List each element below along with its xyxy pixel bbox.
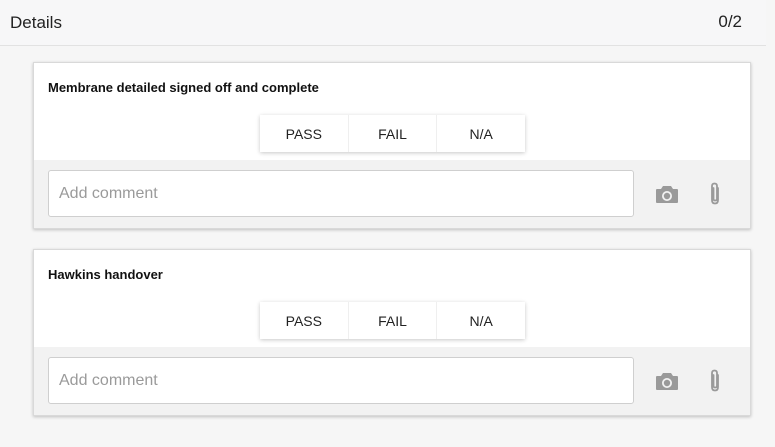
fail-button[interactable]: FAIL — [347, 115, 437, 152]
pass-button[interactable]: PASS — [260, 302, 348, 339]
camera-icon[interactable] — [653, 180, 681, 208]
pass-button[interactable]: PASS — [260, 115, 348, 152]
camera-icon[interactable] — [653, 367, 681, 395]
checklist-item-card: Hawkins handover PASS FAIL N/A — [33, 249, 751, 416]
page-title: Details — [10, 13, 62, 32]
checklist-item-title: Hawkins handover — [48, 267, 163, 282]
comment-bar — [34, 160, 750, 228]
checklist-item-card: Membrane detailed signed off and complet… — [33, 62, 751, 229]
na-button[interactable]: N/A — [436, 115, 525, 152]
comment-input[interactable] — [48, 357, 634, 404]
details-header: Details 0/2 — [0, 0, 766, 46]
progress-count: 0/2 — [718, 12, 742, 31]
comment-input[interactable] — [48, 170, 634, 217]
na-button[interactable]: N/A — [436, 302, 525, 339]
comment-bar — [34, 347, 750, 415]
checklist-item-title: Membrane detailed signed off and complet… — [48, 80, 319, 95]
paperclip-icon[interactable] — [701, 180, 729, 208]
result-button-group: PASS FAIL N/A — [260, 302, 525, 339]
fail-button[interactable]: FAIL — [347, 302, 437, 339]
paperclip-icon[interactable] — [701, 367, 729, 395]
result-button-group: PASS FAIL N/A — [260, 115, 525, 152]
